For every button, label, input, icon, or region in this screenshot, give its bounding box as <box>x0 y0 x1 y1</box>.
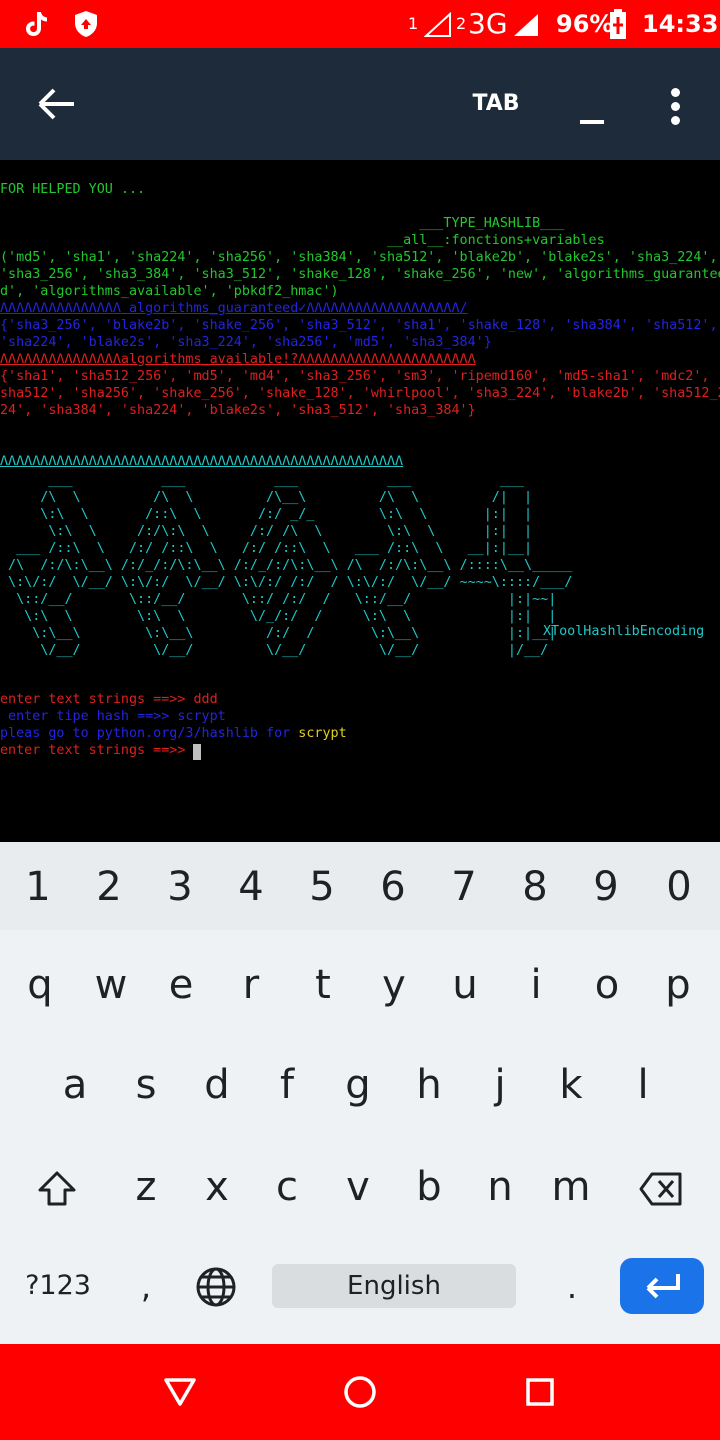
network-type: 3G <box>468 7 508 40</box>
battery-percent: 96% <box>556 10 614 38</box>
space-bar[interactable]: English <box>272 1264 516 1308</box>
terminal-line: {'sha3_256', 'blake2b', 'shake_256', 'sh… <box>0 318 718 333</box>
key-z[interactable]: z <box>116 1162 176 1212</box>
signal1-icon <box>424 12 451 37</box>
key-b[interactable]: b <box>399 1162 459 1212</box>
key-t[interactable]: t <box>293 960 353 1010</box>
key-s[interactable]: s <box>116 1060 176 1110</box>
key-7[interactable]: 7 <box>434 862 494 912</box>
key-l[interactable]: l <box>613 1060 673 1110</box>
back-triangle-icon[interactable] <box>160 1372 200 1412</box>
terminal-line: FOR HELPED YOU ... <box>0 182 146 197</box>
key-period[interactable]: . <box>542 1262 602 1312</box>
terminal-line: 'sha224', 'blake2s', 'sha3_224', 'sha256… <box>0 335 492 350</box>
home-circle-icon[interactable] <box>340 1372 380 1412</box>
key-x[interactable]: x <box>187 1162 247 1212</box>
key-4[interactable]: 4 <box>221 862 281 912</box>
key-1[interactable]: 1 <box>8 862 68 912</box>
key-h[interactable]: h <box>399 1060 459 1110</box>
app-bar: TAB <box>0 48 720 160</box>
key-n[interactable]: n <box>470 1162 530 1212</box>
terminal-line: 24', 'sha384', 'sha224', 'blake2s', 'sha… <box>0 403 476 418</box>
key-9[interactable]: 9 <box>576 862 636 912</box>
terminal-line: ('md5', 'sha1', 'sha224', 'sha256', 'sha… <box>0 250 718 265</box>
tiktok-icon <box>26 12 47 36</box>
key-u[interactable]: u <box>435 960 495 1010</box>
back-arrow-icon[interactable] <box>30 80 82 128</box>
soft-keyboard: 1 2 3 4 5 6 7 8 9 0 q w e r t y u i o p … <box>0 842 720 1344</box>
terminal-line: sha512', 'sha256', 'shake_256', 'shake_1… <box>0 386 720 401</box>
battery-charging-icon <box>610 9 626 39</box>
terminal-line: ΛΛΛΛΛΛΛΛΛΛΛΛΛΛΛalgorithms_available!?ΛΛΛ… <box>0 352 476 367</box>
backspace-icon[interactable] <box>638 1170 684 1208</box>
enter-key[interactable] <box>620 1258 704 1314</box>
text-cursor <box>193 744 201 760</box>
key-w[interactable]: w <box>81 960 141 1010</box>
ascii-art-banner: ___ ___ ___ ___ ___ /\ \ /\ \ /\__\ /\ \… <box>8 473 573 658</box>
key-8[interactable]: 8 <box>505 862 565 912</box>
shield-icon <box>75 11 97 37</box>
key-y[interactable]: y <box>364 960 424 1010</box>
shift-icon[interactable] <box>36 1168 78 1210</box>
key-c[interactable]: c <box>257 1162 317 1212</box>
key-q[interactable]: q <box>10 960 70 1010</box>
terminal-line: ΛΛΛΛΛΛΛΛΛΛΛΛΛΛΛΛΛΛΛΛΛΛΛΛΛΛΛΛΛΛΛΛΛΛΛΛΛΛΛΛ… <box>0 454 404 469</box>
signal2-icon <box>514 14 538 36</box>
recents-square-icon[interactable] <box>520 1372 560 1412</box>
symbols-key[interactable]: ?123 <box>20 1266 96 1306</box>
terminal-line: __all__:fonctions+variables <box>0 233 605 248</box>
clock: 14:33 <box>642 10 719 38</box>
key-j[interactable]: j <box>470 1060 530 1110</box>
enter-arrow-icon <box>646 1274 680 1299</box>
prompt-text-input: enter text strings ==>> ddd <box>0 692 218 707</box>
status-bar: 1 2 3G 96% 14:33 <box>0 0 720 48</box>
sim1-label: 1 <box>408 14 419 33</box>
key-a[interactable]: a <box>45 1060 105 1110</box>
navigation-bar <box>0 1344 720 1440</box>
key-d[interactable]: d <box>187 1060 247 1110</box>
key-2[interactable]: 2 <box>79 862 139 912</box>
minimize-button[interactable] <box>570 78 614 138</box>
key-m[interactable]: m <box>541 1162 601 1212</box>
number-row: 1 2 3 4 5 6 7 8 9 0 <box>0 842 720 930</box>
key-comma[interactable]: , <box>116 1262 176 1312</box>
sim2-label: 2 <box>456 14 467 33</box>
prompt-hash-type: enter tipe hash ==>> scrypt <box>0 709 226 724</box>
hashlib-hint: pleas go to python.org/3/hashlib for scr… <box>0 726 347 741</box>
key-f[interactable]: f <box>257 1060 317 1110</box>
key-e[interactable]: e <box>151 960 211 1010</box>
key-g[interactable]: g <box>328 1060 388 1110</box>
key-i[interactable]: i <box>506 960 566 1010</box>
globe-icon[interactable] <box>195 1266 237 1308</box>
key-5[interactable]: 5 <box>292 862 352 912</box>
terminal-line: 'sha3_256', 'sha3_384', 'sha3_512', 'sha… <box>0 267 720 282</box>
key-r[interactable]: r <box>221 960 281 1010</box>
terminal-line: ___TYPE_HASHLIB___ <box>0 216 565 231</box>
overflow-menu-icon[interactable] <box>660 78 692 134</box>
key-3[interactable]: 3 <box>150 862 210 912</box>
key-v[interactable]: v <box>328 1162 388 1212</box>
prompt-text-active: enter text strings ==>> <box>0 743 194 758</box>
key-o[interactable]: o <box>577 960 637 1010</box>
terminal-output[interactable]: FOR HELPED YOU ... ___TYPE_HASHLIB___ __… <box>0 160 720 842</box>
key-k[interactable]: k <box>541 1060 601 1110</box>
terminal-line: d', 'algorithms_available', 'pbkdf2_hmac… <box>0 284 339 299</box>
minus-icon <box>580 120 604 124</box>
tab-button[interactable]: TAB <box>440 86 552 122</box>
ascii-art-tag: XToolHashlibEncoding <box>543 624 705 639</box>
key-6[interactable]: 6 <box>363 862 423 912</box>
terminal-line: {'sha1', 'sha512_256', 'md5', 'md4', 'sh… <box>0 369 720 384</box>
key-0[interactable]: 0 <box>649 862 709 912</box>
terminal-line: ΛΛΛΛΛΛΛΛΛΛΛΛΛΛΛ algorithms_guaranteed✓ΛΛ… <box>0 301 468 316</box>
key-p[interactable]: p <box>648 960 708 1010</box>
